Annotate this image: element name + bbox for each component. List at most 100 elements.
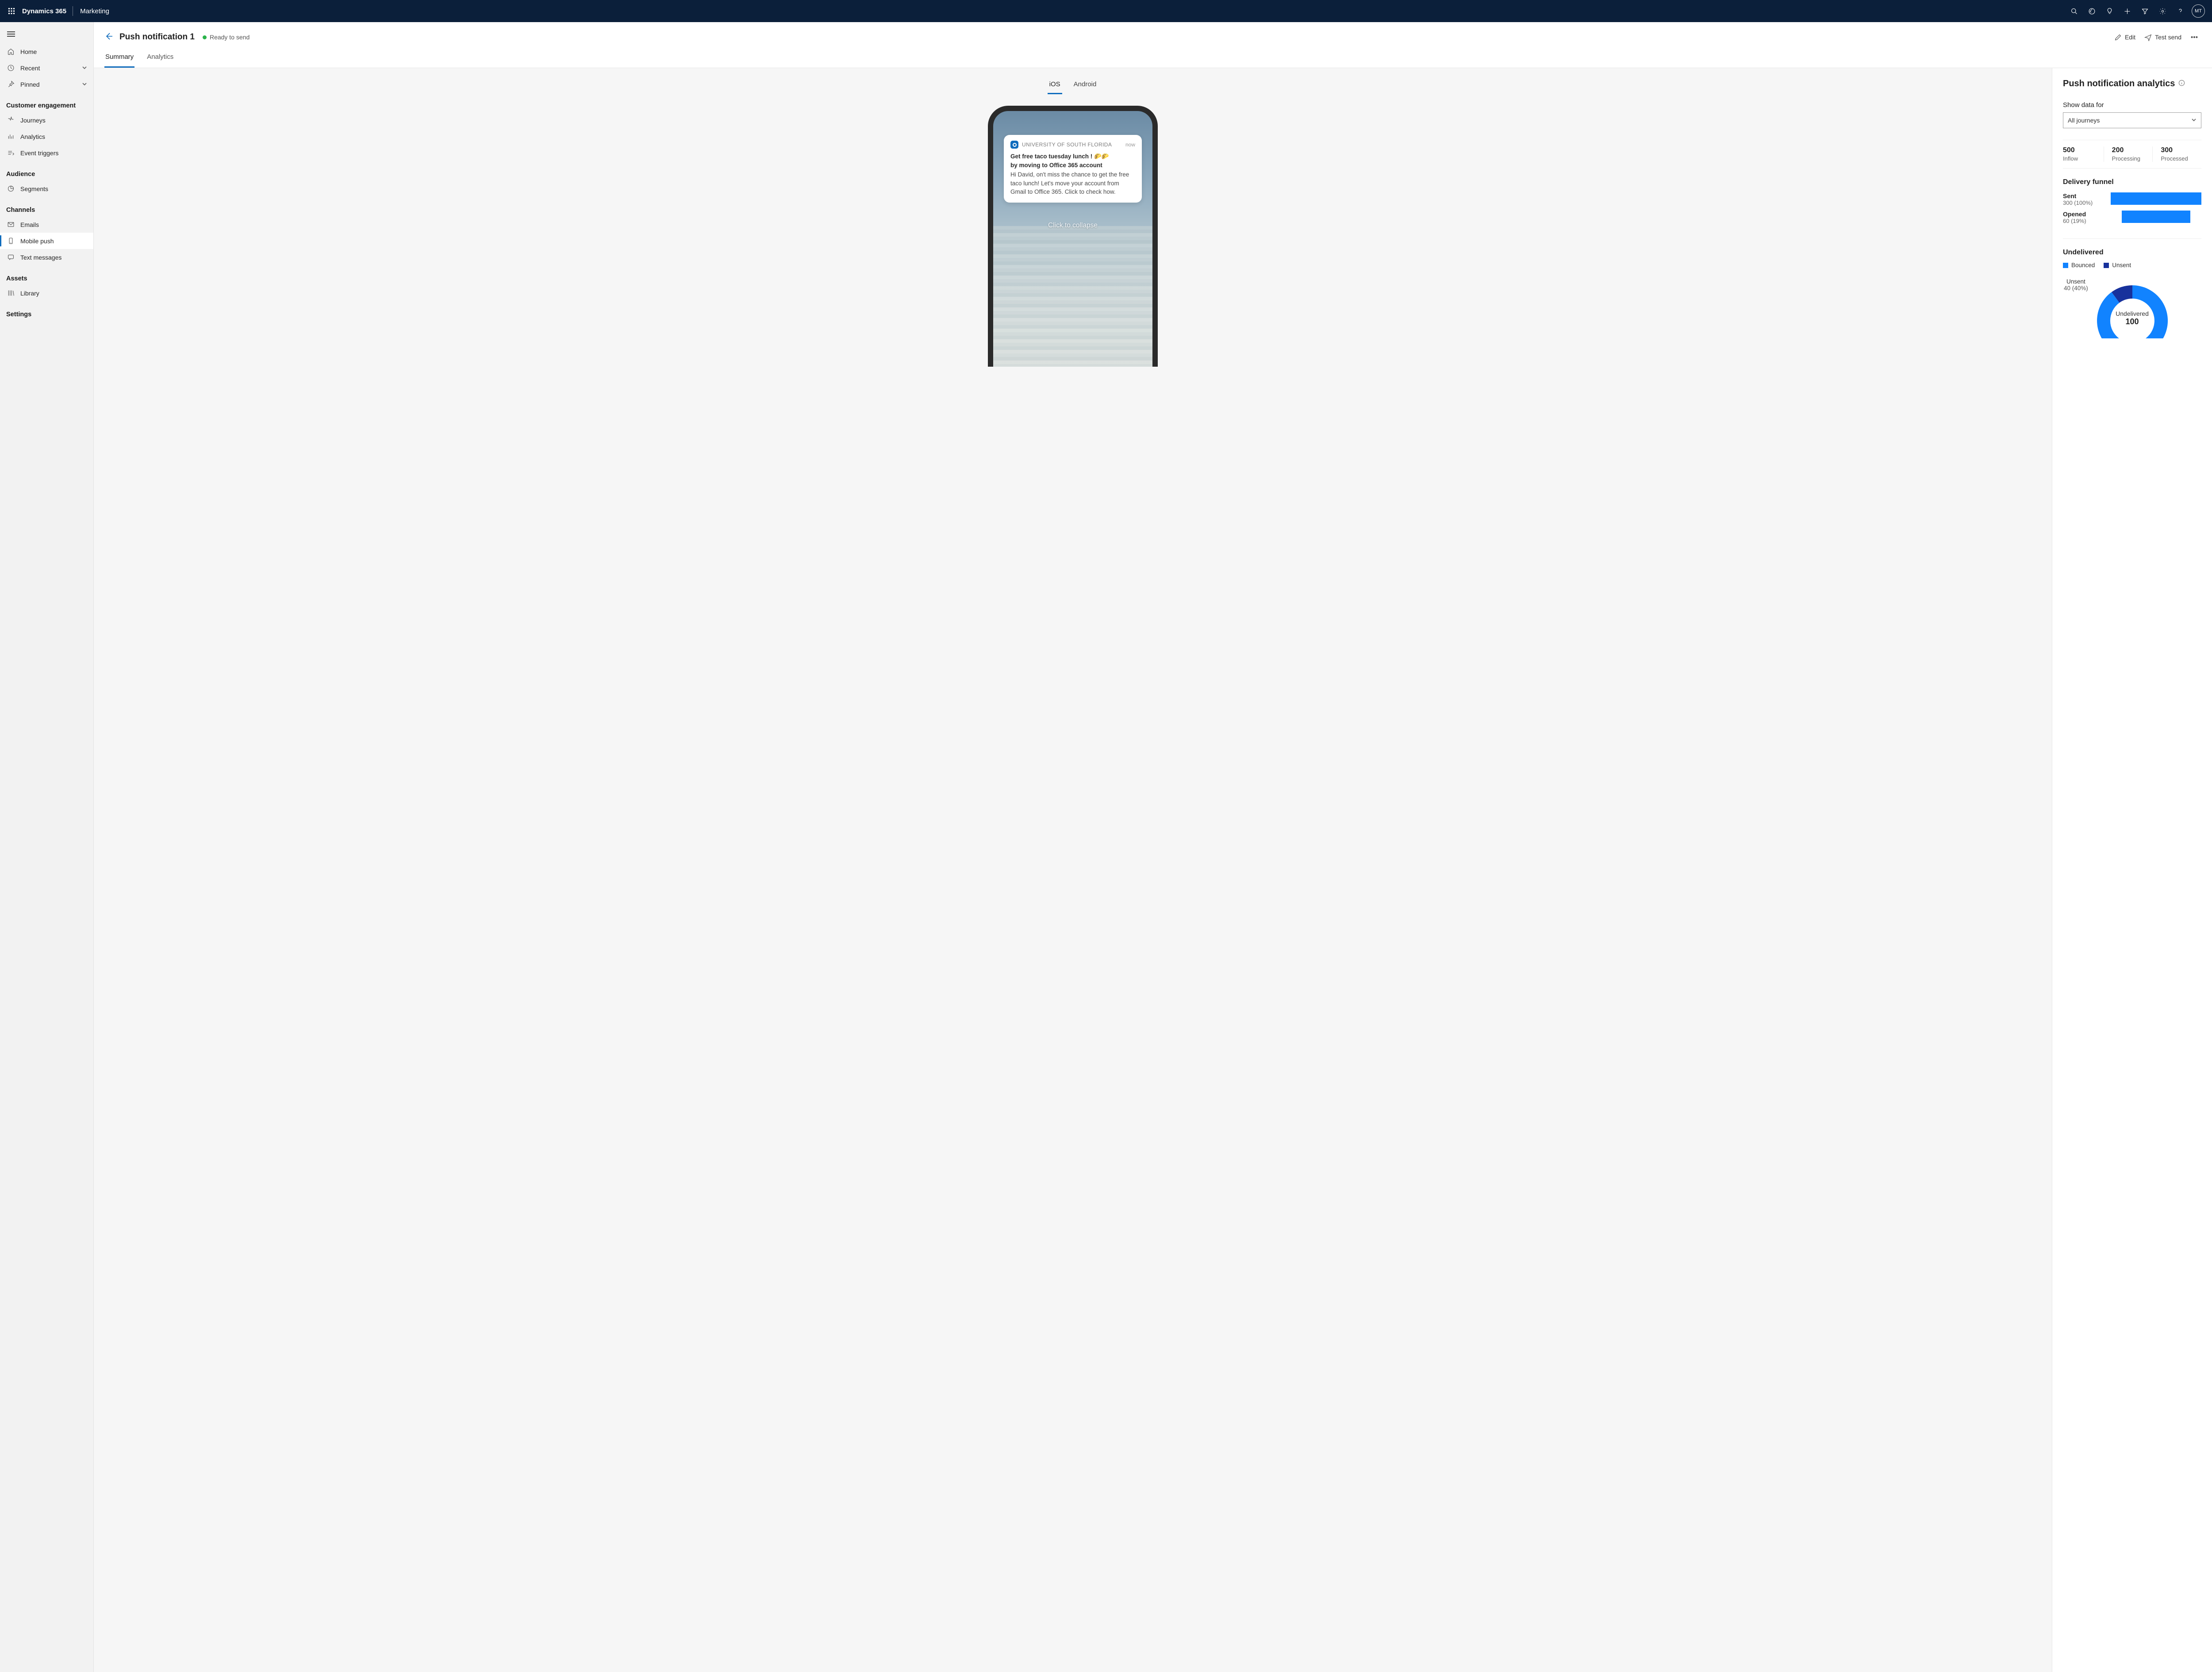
edit-label: Edit	[2125, 34, 2135, 41]
sidebar-item-home[interactable]: Home	[0, 43, 93, 60]
delivery-funnel-chart: Sent 300 (100%) Opened 60 (19%)	[2063, 192, 2201, 239]
sidebar-item-label: Segments	[20, 185, 48, 192]
legend-bounced: Bounced	[2063, 262, 2095, 268]
sidebar-section-assets: Assets	[0, 265, 93, 285]
notification-body: Hi David, on't miss the chance to get th…	[1010, 170, 1135, 196]
funnel-opened-name: Opened	[2063, 211, 2111, 218]
user-avatar[interactable]: MT	[2192, 4, 2205, 18]
select-value: All journeys	[2068, 117, 2100, 124]
app-launcher-icon[interactable]	[4, 8, 19, 15]
brand-name[interactable]: Dynamics 365	[19, 8, 71, 15]
sidebar-item-label: Text messages	[20, 254, 61, 261]
module-name[interactable]: Marketing	[75, 8, 115, 15]
metric-processed: 300 Processed	[2153, 146, 2201, 162]
filter-icon[interactable]	[2136, 0, 2154, 22]
sidebar-item-analytics[interactable]: Analytics	[0, 128, 93, 145]
sidebar-item-text-messages[interactable]: Text messages	[0, 249, 93, 265]
hamburger-icon[interactable]	[0, 25, 93, 43]
status-dot-icon	[203, 35, 207, 39]
sidebar-item-label: Mobile push	[20, 238, 54, 245]
edit-button[interactable]: Edit	[2114, 34, 2135, 41]
funnel-opened-value: 60 (19%)	[2063, 218, 2111, 224]
test-send-label: Test send	[2155, 34, 2181, 41]
main: Push notification 1 Ready to send Edit T…	[94, 22, 2212, 1672]
tab-summary[interactable]: Summary	[104, 49, 134, 68]
metric-processing: 200 Processing	[2104, 146, 2153, 162]
funnel-bar-sent	[2111, 192, 2201, 205]
undelivered-legend: Bounced Unsent	[2063, 262, 2201, 268]
sidebar-item-label: Journeys	[20, 117, 46, 124]
sidebar-item-label: Recent	[20, 65, 40, 72]
test-send-button[interactable]: Test send	[2144, 34, 2181, 41]
tab-android[interactable]: Android	[1072, 76, 1098, 94]
sidebar-item-label: Home	[20, 48, 37, 55]
notification-app-name: UNIVERSITY OF SOUTH FLORIDA	[1022, 142, 1112, 148]
show-data-label: Show data for	[2063, 101, 2201, 109]
search-icon[interactable]	[2065, 0, 2083, 22]
sidebar-item-segments[interactable]: Segments	[0, 180, 93, 197]
page-title: Push notification 1	[119, 32, 195, 42]
notification-title-line2: by moving to Office 365 account	[1010, 161, 1135, 170]
trigger-icon	[6, 149, 15, 157]
journey-icon	[6, 116, 15, 124]
status-badge: Ready to send	[203, 34, 250, 41]
status-text: Ready to send	[210, 34, 250, 41]
lightbulb-icon[interactable]	[2101, 0, 2118, 22]
segments-icon	[6, 185, 15, 192]
sidebar-section-channels: Channels	[0, 197, 93, 216]
clock-icon	[6, 64, 15, 72]
analytics-panel: Push notification analytics Show data fo…	[2052, 68, 2212, 1672]
more-button[interactable]	[2190, 33, 2201, 41]
donut-slice-label: Unsent 40 (40%)	[2064, 278, 2088, 291]
chevron-down-icon	[82, 65, 87, 72]
sidebar-item-label: Pinned	[20, 81, 40, 88]
sidebar-section-customer-engagement: Customer engagement	[0, 92, 93, 112]
sidebar-item-mobile-push[interactable]: Mobile push	[0, 233, 93, 249]
phone-preview: UNIVERSITY OF SOUTH FLORIDA now Get free…	[988, 106, 1158, 367]
funnel-bar-opened	[2122, 211, 2191, 223]
tab-ios[interactable]: iOS	[1048, 76, 1062, 94]
sidebar-item-label: Library	[20, 290, 39, 297]
sidebar-item-library[interactable]: Library	[0, 285, 93, 301]
chevron-down-icon	[82, 81, 87, 88]
sidebar-item-recent[interactable]: Recent	[0, 60, 93, 76]
sidebar-item-emails[interactable]: Emails	[0, 216, 93, 233]
sidebar-section-settings: Settings	[0, 301, 93, 321]
sidebar-item-journeys[interactable]: Journeys	[0, 112, 93, 128]
notification-card[interactable]: UNIVERSITY OF SOUTH FLORIDA now Get free…	[1004, 135, 1142, 203]
library-icon	[6, 289, 15, 297]
funnel-sent-value: 300 (100%)	[2063, 199, 2111, 206]
mobile-icon	[6, 237, 15, 245]
analytics-title: Push notification analytics	[2063, 79, 2201, 89]
sidebar-item-pinned[interactable]: Pinned	[0, 76, 93, 92]
gear-icon[interactable]	[2154, 0, 2171, 22]
analytics-icon	[6, 133, 15, 140]
pin-icon	[6, 81, 15, 88]
add-icon[interactable]	[2118, 0, 2136, 22]
journey-select[interactable]: All journeys	[2063, 112, 2201, 128]
app-icon	[1010, 141, 1018, 149]
back-button[interactable]	[104, 32, 113, 43]
sidebar: Home Recent Pinned Customer engagement J…	[0, 22, 94, 1672]
sidebar-item-event-triggers[interactable]: Event triggers	[0, 145, 93, 161]
metric-inflow: 500 Inflow	[2063, 146, 2104, 162]
collapse-hint[interactable]: Click to collapse	[993, 222, 1152, 230]
global-header: Dynamics 365 Marketing MT	[0, 0, 2212, 22]
tab-analytics[interactable]: Analytics	[146, 49, 174, 68]
funnel-title: Delivery funnel	[2063, 178, 2201, 186]
undelivered-donut-chart: Unsent 40 (40%) Undelivered 100	[2063, 276, 2201, 338]
metrics-row: 500 Inflow 200 Processing 300 Processed	[2063, 140, 2201, 169]
target-icon[interactable]	[2083, 0, 2101, 22]
sidebar-item-label: Analytics	[20, 133, 45, 140]
info-icon[interactable]	[2178, 79, 2185, 89]
page-header: Push notification 1 Ready to send Edit T…	[94, 22, 2212, 68]
home-icon	[6, 48, 15, 55]
sidebar-section-audience: Audience	[0, 161, 93, 180]
sidebar-item-label: Event triggers	[20, 150, 58, 157]
chevron-down-icon	[2191, 117, 2197, 124]
notification-title-line1: Get free taco tuesday lunch ! 🌮🌮	[1010, 152, 1135, 161]
sms-icon	[6, 253, 15, 261]
sidebar-item-label: Emails	[20, 221, 39, 228]
help-icon[interactable]	[2171, 0, 2189, 22]
donut-center: Undelivered 100	[2116, 310, 2149, 326]
